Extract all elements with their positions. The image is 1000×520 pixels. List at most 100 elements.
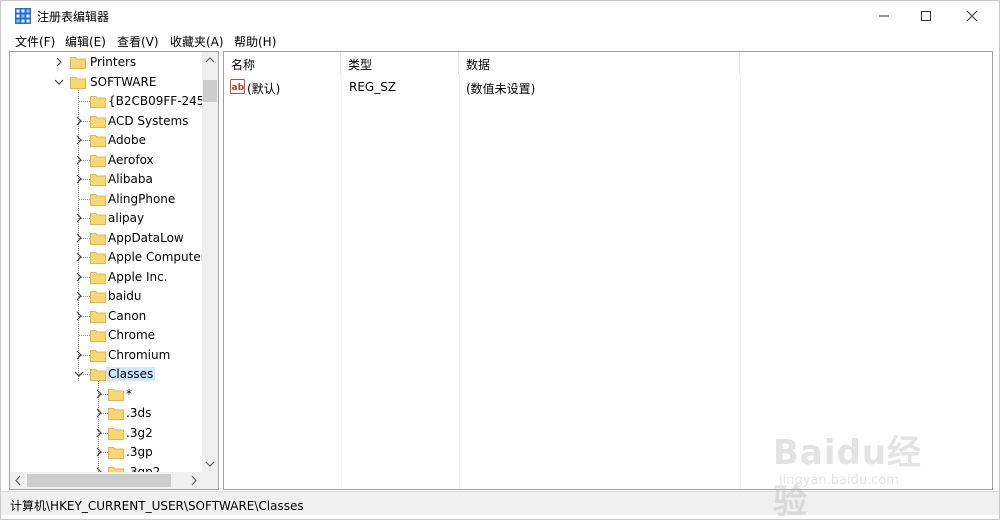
tree-item-label: Alibaba — [108, 172, 153, 186]
scroll-up-button[interactable] — [202, 52, 218, 68]
chevron-right-icon[interactable] — [74, 291, 84, 301]
tree-item[interactable]: Chromium — [10, 346, 202, 365]
chevron-right-icon[interactable] — [74, 116, 84, 126]
tree-item-label: Adobe — [108, 133, 146, 147]
tree-item[interactable]: baidu — [10, 287, 202, 306]
tree-item[interactable]: .3ds — [10, 404, 202, 423]
menu-help[interactable]: 帮助(H) — [234, 33, 276, 50]
tree-item-label: .3g2 — [126, 425, 153, 440]
close-button[interactable] — [949, 1, 995, 31]
tree-item-label: AppDataLow — [108, 230, 184, 245]
tree-item[interactable]: {B2CB09FF-2453 — [10, 92, 202, 111]
minimize-button[interactable] — [861, 1, 907, 31]
column-separator — [459, 74, 460, 489]
scroll-down-button[interactable] — [202, 456, 218, 472]
chevron-down-icon[interactable] — [74, 369, 84, 379]
tree-item[interactable]: Aerofox — [10, 151, 202, 170]
folder-icon — [90, 154, 106, 167]
tree-item[interactable]: SOFTWARE — [10, 73, 202, 92]
chevron-right-icon[interactable] — [74, 155, 84, 165]
tree-item-label: baidu — [108, 289, 142, 303]
tree-guide-line — [79, 198, 90, 200]
tree-vertical-scroll-thumb[interactable] — [203, 80, 217, 102]
chevron-right-icon[interactable] — [74, 135, 84, 145]
tree-item[interactable]: Adobe — [10, 131, 202, 150]
chevron-right-icon[interactable] — [74, 252, 84, 262]
tree-vertical-scrollbar[interactable] — [202, 52, 218, 472]
folder-icon — [90, 369, 106, 381]
maximize-button[interactable] — [903, 1, 949, 31]
tree-item-label: Apple Computer — [108, 250, 202, 264]
folder-icon — [90, 271, 106, 284]
tree-item[interactable]: .3gp — [10, 443, 202, 462]
folder-icon — [90, 96, 106, 108]
tree-item-label: .3ds — [126, 406, 152, 420]
tree-item[interactable]: AlingPhone — [10, 190, 202, 209]
tree-item-label: SOFTWARE — [90, 74, 157, 89]
chevron-left-icon — [15, 475, 21, 486]
tree-item-label: .3gp2 — [126, 464, 161, 473]
chevron-right-icon[interactable] — [74, 311, 84, 321]
menu-bar: 文件(F) 编辑(E) 查看(V) 收藏夹(A) 帮助(H) — [1, 31, 999, 51]
chevron-right-icon[interactable] — [54, 57, 64, 67]
regedit-app-icon — [15, 8, 31, 24]
chevron-right-icon[interactable] — [94, 408, 104, 418]
chevron-right-icon[interactable] — [94, 447, 104, 457]
value-data: (数值未设置) — [466, 82, 536, 96]
tree-item[interactable]: Apple Inc. — [10, 268, 202, 287]
menu-favorites[interactable]: 收藏夹(A) — [170, 33, 224, 50]
tree-item[interactable]: ACD Systems — [10, 112, 202, 131]
tree-item[interactable]: alipay — [10, 209, 202, 228]
folder-icon — [90, 232, 106, 245]
tree-item[interactable]: * — [10, 385, 202, 404]
chevron-right-icon[interactable] — [74, 174, 84, 184]
scrollbar-corner — [202, 472, 218, 489]
key-tree: Printers SOFTWARE {B2CB09FF-2453 ACD System… — [10, 52, 202, 472]
folder-icon — [90, 349, 106, 362]
menu-view[interactable]: 查看(V) — [117, 33, 159, 50]
column-header-type[interactable]: 类型 — [341, 52, 459, 74]
tree-item[interactable]: Canon — [10, 307, 202, 326]
column-header-name[interactable]: 名称 — [224, 52, 341, 74]
chevron-right-icon — [191, 475, 197, 486]
watermark-subtext: jingyan.baidu.com — [779, 473, 899, 488]
chevron-right-icon[interactable] — [74, 213, 84, 223]
menu-edit[interactable]: 编辑(E) — [65, 33, 106, 50]
chevron-right-icon[interactable] — [74, 350, 84, 360]
tree-item-label: Canon — [108, 308, 147, 323]
value-name: (默认) — [247, 82, 281, 96]
tree-item-label: Printers — [90, 55, 137, 69]
tree-item-label: alipay — [108, 211, 145, 225]
tree-item[interactable]: Apple Computer — [10, 248, 202, 267]
chevron-right-icon[interactable] — [94, 389, 104, 399]
minimize-icon — [879, 15, 889, 17]
tree-item[interactable]: .3g2 — [10, 424, 202, 443]
folder-icon — [108, 388, 124, 401]
registry-editor-window: 注册表编辑器 文件(F) 编辑(E) 查看(V) 收藏夹(A) 帮助(H) Pr… — [0, 0, 1000, 520]
key-tree-pane[interactable]: Printers SOFTWARE {B2CB09FF-2453 ACD System… — [9, 51, 219, 490]
folder-icon — [90, 330, 106, 342]
title-bar: 注册表编辑器 — [1, 1, 999, 31]
tree-item[interactable]: .3gp2 — [10, 463, 202, 473]
chevron-right-icon[interactable] — [94, 428, 104, 438]
tree-item[interactable]: Printers — [10, 53, 202, 72]
tree-item[interactable]: AppDataLow — [10, 229, 202, 248]
tree-item[interactable]: Alibaba — [10, 170, 202, 189]
column-header-data[interactable]: 数据 — [459, 52, 740, 74]
tree-horizontal-scrollbar[interactable] — [10, 472, 202, 489]
menu-file[interactable]: 文件(F) — [15, 33, 55, 50]
tree-horizontal-scroll-thumb[interactable] — [27, 474, 171, 487]
folder-icon — [70, 57, 86, 69]
scroll-left-button[interactable] — [10, 472, 26, 489]
chevron-right-icon[interactable] — [74, 272, 84, 282]
tree-item-label: AlingPhone — [108, 191, 176, 206]
value-type: REG_SZ — [349, 80, 397, 94]
chevron-right-icon[interactable] — [74, 233, 84, 243]
chevron-down-icon[interactable] — [54, 77, 64, 87]
scroll-right-button[interactable] — [186, 472, 202, 489]
folder-icon — [90, 193, 106, 206]
tree-item[interactable]: Classes — [10, 365, 202, 384]
column-separator — [740, 74, 741, 489]
tree-item-label: Chromium — [108, 347, 171, 362]
tree-item[interactable]: Chrome — [10, 326, 202, 345]
